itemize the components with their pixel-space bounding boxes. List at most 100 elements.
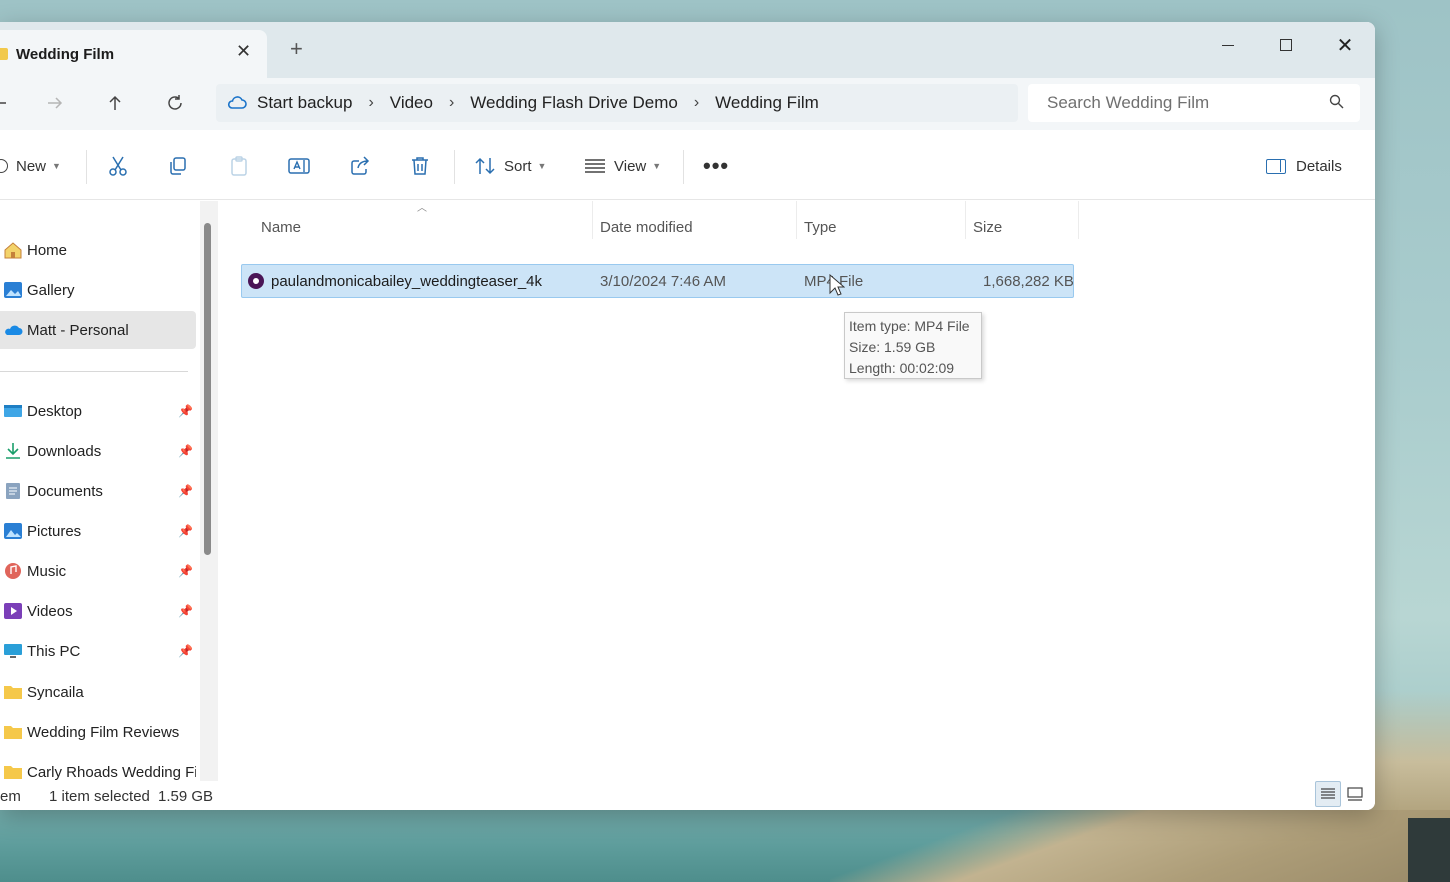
pin-icon[interactable]: 📌 xyxy=(178,404,193,418)
sidebar-item-music[interactable]: Music 📌 xyxy=(0,552,196,590)
sidebar-item-label: Desktop xyxy=(27,402,83,420)
back-button[interactable] xyxy=(0,88,16,118)
column-divider[interactable] xyxy=(592,201,593,239)
tab-close-icon[interactable]: ✕ xyxy=(236,41,251,62)
share-button[interactable] xyxy=(346,152,374,180)
search-box[interactable]: Search Wedding Film xyxy=(1028,84,1360,122)
toolbar-divider xyxy=(683,150,684,184)
new-tab-button[interactable]: + xyxy=(290,38,303,60)
cut-icon xyxy=(109,156,127,176)
view-button[interactable]: View ▼ xyxy=(584,150,661,182)
pin-icon[interactable]: 📌 xyxy=(178,484,193,498)
file-row[interactable]: paulandmonicabailey_weddingteaser_4k 3/1… xyxy=(241,264,1074,298)
chevron-right-icon[interactable]: › xyxy=(694,94,699,112)
sidebar-item-desktop[interactable]: Desktop 📌 xyxy=(0,392,196,430)
column-divider[interactable] xyxy=(965,201,966,239)
more-options-button[interactable]: ••• xyxy=(703,150,729,182)
up-button[interactable] xyxy=(98,88,132,118)
paste-button[interactable] xyxy=(225,152,253,180)
column-header-date-modified[interactable]: Date modified xyxy=(600,219,693,236)
column-divider[interactable] xyxy=(796,201,797,239)
chevron-down-icon: ▼ xyxy=(537,161,547,171)
sidebar-item-pictures[interactable]: Pictures 📌 xyxy=(0,512,196,550)
rename-button[interactable] xyxy=(285,152,313,180)
sidebar-item-downloads[interactable]: Downloads 📌 xyxy=(0,432,196,470)
search-input[interactable]: Search Wedding Film xyxy=(1047,93,1329,113)
refresh-icon xyxy=(168,95,182,110)
paste-icon xyxy=(231,156,247,176)
sidebar-item-label: Syncaila xyxy=(27,683,84,701)
status-selection: 1 item selected xyxy=(49,788,150,805)
column-header-size[interactable]: Size xyxy=(973,219,1002,236)
maximize-icon xyxy=(1280,39,1292,51)
tooltip-size: Size: 1.59 GB xyxy=(849,339,936,355)
folder-icon xyxy=(4,686,22,699)
cut-button[interactable] xyxy=(104,152,132,180)
pin-icon[interactable]: 📌 xyxy=(178,564,193,578)
maximize-button[interactable] xyxy=(1257,28,1315,62)
sidebar-item-syncaila[interactable]: Syncaila xyxy=(0,673,196,711)
pin-icon[interactable]: 📌 xyxy=(178,604,193,618)
delete-button[interactable] xyxy=(406,152,434,180)
breadcrumb-start-backup[interactable]: Start backup xyxy=(257,93,352,113)
column-divider[interactable] xyxy=(1078,201,1079,239)
pin-icon[interactable]: 📌 xyxy=(178,644,193,658)
address-bar[interactable]: Start backup › Video › Wedding Flash Dri… xyxy=(216,84,1018,122)
forward-button[interactable] xyxy=(38,88,72,118)
sidebar-item-home[interactable]: Home xyxy=(0,231,196,269)
chevron-right-icon[interactable]: › xyxy=(368,94,373,112)
sidebar-scrollbar[interactable] xyxy=(200,201,218,781)
new-label: New xyxy=(16,157,47,175)
folder-icon xyxy=(4,726,22,739)
column-header-name[interactable]: Name xyxy=(261,219,301,236)
sidebar-item-label: Music xyxy=(27,562,67,580)
file-name: paulandmonicabailey_weddingteaser_4k xyxy=(271,273,543,290)
sidebar-item-label: Documents xyxy=(27,482,103,500)
tiles-view-button[interactable] xyxy=(1342,781,1368,807)
sort-icon xyxy=(475,157,495,175)
search-icon xyxy=(1329,94,1344,113)
sidebar-item-label: Home xyxy=(27,241,68,259)
breadcrumb-wedding-flash-drive-demo[interactable]: Wedding Flash Drive Demo xyxy=(470,93,678,113)
sidebar-item-gallery[interactable]: Gallery xyxy=(0,271,196,309)
delete-icon xyxy=(412,157,428,175)
sidebar-item-videos[interactable]: Videos 📌 xyxy=(0,592,196,630)
new-button[interactable]: New ▼ xyxy=(0,150,61,182)
details-pane-button[interactable]: Details xyxy=(1266,150,1342,182)
sort-button[interactable]: Sort ▼ xyxy=(474,150,546,182)
sidebar-item-label: Pictures xyxy=(27,522,82,540)
command-bar: New ▼ Sort ▼ View ▼ ••• Details xyxy=(0,130,1375,200)
chevron-right-icon[interactable]: › xyxy=(449,94,454,112)
minimize-button[interactable] xyxy=(1199,28,1257,62)
tiles-view-icon xyxy=(1347,787,1363,801)
rename-icon xyxy=(288,158,310,174)
copy-icon xyxy=(170,157,186,175)
toolbar-divider xyxy=(86,150,87,184)
breadcrumb-wedding-film[interactable]: Wedding Film xyxy=(715,93,819,113)
background-grass-right xyxy=(1370,690,1450,810)
navigation-pane: Home Gallery Matt - Personal Desktop 📌 D… xyxy=(0,201,200,781)
sidebar-item-this-pc[interactable]: This PC 📌 xyxy=(0,632,196,670)
tab-wedding-film[interactable]: Wedding Film ✕ xyxy=(0,30,267,78)
view-list-icon xyxy=(585,159,605,173)
close-icon: ✕ xyxy=(1336,34,1354,57)
column-header-type[interactable]: Type xyxy=(804,219,837,236)
file-info-tooltip: Item type: MP4 File Size: 1.59 GB Length… xyxy=(844,312,982,379)
onedrive-icon xyxy=(5,325,23,335)
copy-button[interactable] xyxy=(164,152,192,180)
close-window-button[interactable]: ✕ xyxy=(1316,28,1374,62)
sidebar-item-documents[interactable]: Documents 📌 xyxy=(0,472,196,510)
refresh-button[interactable] xyxy=(158,88,192,118)
sidebar-item-wedding-film-reviews[interactable]: Wedding Film Reviews xyxy=(0,713,196,751)
status-item-count: em xyxy=(0,788,21,805)
videos-icon xyxy=(4,603,22,619)
pin-icon[interactable]: 📌 xyxy=(178,524,193,538)
sidebar-item-matt-personal[interactable]: Matt - Personal xyxy=(0,311,196,349)
details-view-button[interactable] xyxy=(1315,781,1341,807)
breadcrumb-video[interactable]: Video xyxy=(390,93,433,113)
file-date-modified: 3/10/2024 7:46 AM xyxy=(600,273,726,290)
pin-icon[interactable]: 📌 xyxy=(178,444,193,458)
status-bar: em 1 item selected 1.59 GB xyxy=(0,781,1375,810)
video-file-icon xyxy=(248,273,264,289)
scrollbar-thumb[interactable] xyxy=(204,223,211,555)
